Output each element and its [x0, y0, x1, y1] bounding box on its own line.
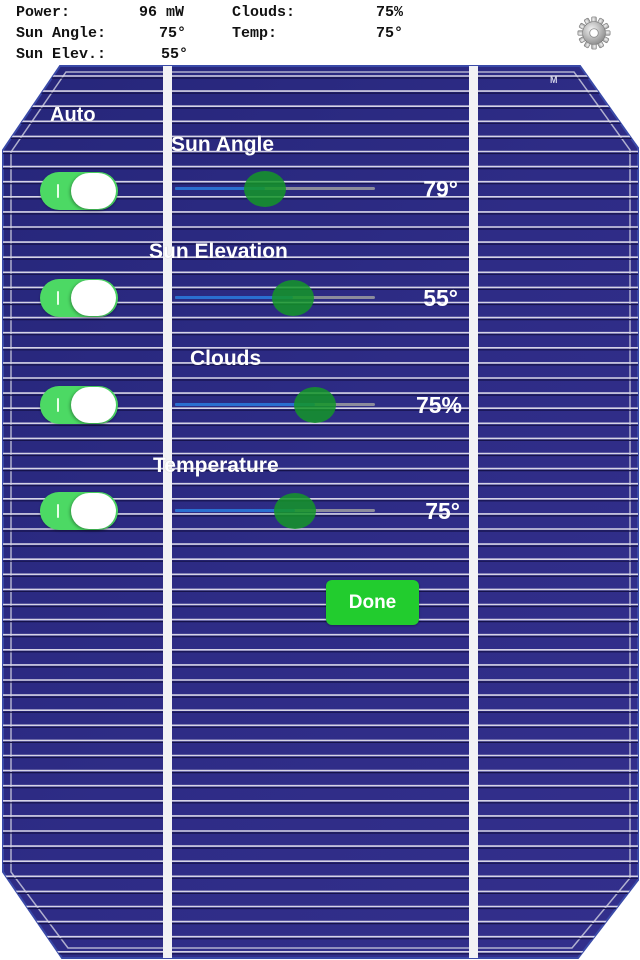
toggle-on-mark	[57, 504, 59, 518]
temperature-value-display: 75°	[425, 498, 460, 524]
power-label: Power:	[16, 4, 71, 21]
temperature-title: Temperature	[153, 454, 279, 477]
sun-angle-value-display: 79°	[423, 176, 458, 202]
bus-bar-left	[163, 66, 172, 958]
power-value: 96 mW	[139, 4, 185, 21]
toggle-knob	[71, 387, 116, 423]
clouds-title: Clouds	[190, 347, 262, 370]
toggle-knob	[71, 173, 116, 209]
sun-elev-label: Sun Elev.:	[16, 46, 107, 63]
clouds-auto-toggle[interactable]	[40, 386, 118, 424]
sun-elevation-auto-toggle[interactable]	[40, 279, 118, 317]
clouds-label: Clouds:	[232, 4, 296, 21]
temperature-auto-toggle[interactable]	[40, 492, 118, 530]
slider-thumb[interactable]	[294, 387, 336, 423]
sun-angle-label: Sun Angle:	[16, 25, 107, 42]
temp-label: Temp:	[232, 25, 278, 42]
clouds-value-display: 75%	[415, 392, 462, 418]
sun-elevation-slider[interactable]	[175, 278, 375, 318]
temperature-slider[interactable]	[175, 491, 375, 531]
solar-cell-background: M	[1, 65, 639, 959]
done-button[interactable]: Done	[326, 580, 419, 625]
sun-elev-value: 55°	[161, 46, 189, 63]
sun-angle-title: Sun Angle	[171, 133, 275, 156]
temp-value: 75°	[376, 25, 404, 42]
cell-mark: M	[550, 75, 558, 85]
clouds-slider[interactable]	[175, 385, 375, 425]
sun-elevation-value-display: 55°	[423, 285, 458, 311]
toggle-on-mark	[57, 184, 59, 198]
slider-thumb[interactable]	[272, 280, 314, 316]
slider-thumb[interactable]	[244, 171, 286, 207]
sun-angle-value: 75°	[159, 25, 187, 42]
toggle-on-mark	[57, 398, 59, 412]
toggle-on-mark	[57, 291, 59, 305]
status-readout: Power: 96 mW Clouds: 75% Sun Angle: 75° …	[16, 2, 403, 233]
bus-bar-right	[469, 66, 478, 958]
slider-thumb[interactable]	[274, 493, 316, 529]
toggle-knob	[71, 493, 116, 529]
gear-icon[interactable]	[575, 14, 613, 52]
clouds-value: 75%	[376, 4, 404, 21]
toggle-knob	[71, 280, 116, 316]
auto-label: Auto	[50, 104, 96, 126]
sun-elevation-title: Sun Elevation	[149, 240, 288, 263]
sun-angle-auto-toggle[interactable]	[40, 172, 118, 210]
sun-angle-slider[interactable]	[175, 169, 375, 209]
